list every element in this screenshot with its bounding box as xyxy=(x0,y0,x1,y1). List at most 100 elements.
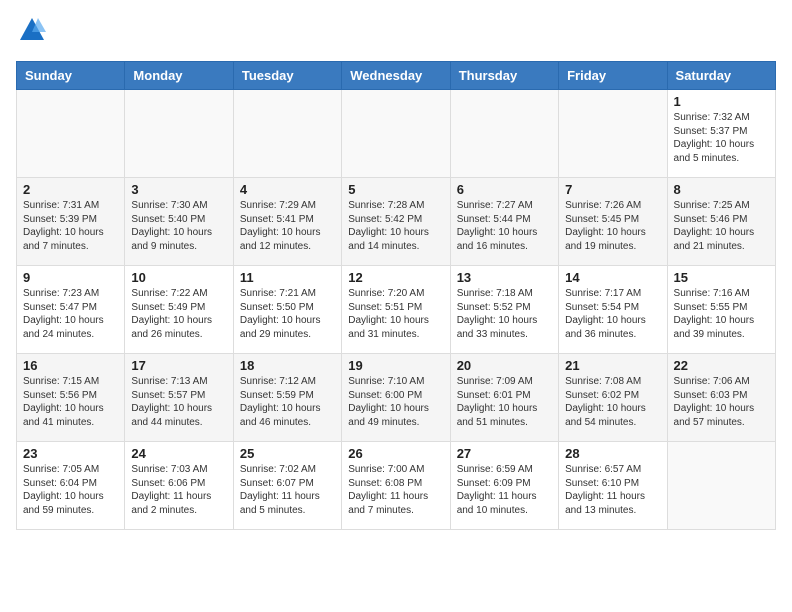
calendar-cell: 18 Sunrise: 7:12 AM Sunset: 5:59 PM Dayli… xyxy=(233,354,341,442)
day-info: Sunrise: 6:59 AM Sunset: 6:09 PM Dayligh… xyxy=(457,463,552,517)
calendar-cell: 22Sunrise: 7:06 AM Sunset: 6:03 PM Dayli… xyxy=(667,354,775,442)
day-number: 23 xyxy=(23,446,118,461)
calendar-cell: 11 Sunrise: 7:21 AM Sunset: 5:50 PM Dayli… xyxy=(233,266,341,354)
day-info: Sunrise: 7:29 AM Sunset: 5:41 PM Dayligh… xyxy=(240,199,335,253)
day-info: Sunrise: 7:23 AM Sunset: 5:47 PM Dayligh… xyxy=(23,287,118,341)
day-number: 12 xyxy=(348,270,443,285)
logo xyxy=(16,16,46,49)
day-number: 3 xyxy=(131,182,226,197)
day-number: 11 xyxy=(240,270,335,285)
day-info: Sunrise: 7:32 AM Sunset: 5:37 PM Dayligh… xyxy=(674,111,769,165)
day-info: Sunrise: 7:12 AM Sunset: 5:59 PM Dayligh… xyxy=(240,375,335,429)
day-info: Sunrise: 7:10 AM Sunset: 6:00 PM Dayligh… xyxy=(348,375,443,429)
day-header-sunday: Sunday xyxy=(17,62,125,90)
calendar-cell xyxy=(342,90,450,178)
day-number: 5 xyxy=(348,182,443,197)
calendar-cell xyxy=(233,90,341,178)
day-number: 8 xyxy=(674,182,769,197)
day-number: 17 xyxy=(131,358,226,373)
calendar-cell: 9 Sunrise: 7:23 AM Sunset: 5:47 PM Daylig… xyxy=(17,266,125,354)
day-number: 19 xyxy=(348,358,443,373)
calendar-cell: 28 Sunrise: 6:57 AM Sunset: 6:10 PM Dayli… xyxy=(559,442,667,530)
day-info: Sunrise: 7:21 AM Sunset: 5:50 PM Dayligh… xyxy=(240,287,335,341)
calendar-week-row: 2 Sunrise: 7:31 AM Sunset: 5:39 PM Daylig… xyxy=(17,178,776,266)
calendar-cell: 5 Sunrise: 7:28 AM Sunset: 5:42 PM Daylig… xyxy=(342,178,450,266)
day-info: Sunrise: 6:57 AM Sunset: 6:10 PM Dayligh… xyxy=(565,463,660,517)
day-info: Sunrise: 7:02 AM Sunset: 6:07 PM Dayligh… xyxy=(240,463,335,517)
day-info: Sunrise: 7:28 AM Sunset: 5:42 PM Dayligh… xyxy=(348,199,443,253)
day-info: Sunrise: 7:27 AM Sunset: 5:44 PM Dayligh… xyxy=(457,199,552,253)
day-header-thursday: Thursday xyxy=(450,62,558,90)
day-info: Sunrise: 7:16 AM Sunset: 5:55 PM Dayligh… xyxy=(674,287,769,341)
day-info: Sunrise: 7:13 AM Sunset: 5:57 PM Dayligh… xyxy=(131,375,226,429)
calendar-cell: 4 Sunrise: 7:29 AM Sunset: 5:41 PM Daylig… xyxy=(233,178,341,266)
day-header-tuesday: Tuesday xyxy=(233,62,341,90)
calendar-cell xyxy=(559,90,667,178)
day-info: Sunrise: 7:03 AM Sunset: 6:06 PM Dayligh… xyxy=(131,463,226,517)
day-number: 4 xyxy=(240,182,335,197)
calendar-cell: 19 Sunrise: 7:10 AM Sunset: 6:00 PM Dayli… xyxy=(342,354,450,442)
day-info: Sunrise: 7:00 AM Sunset: 6:08 PM Dayligh… xyxy=(348,463,443,517)
day-number: 21 xyxy=(565,358,660,373)
day-number: 25 xyxy=(240,446,335,461)
calendar-cell: 26 Sunrise: 7:00 AM Sunset: 6:08 PM Dayli… xyxy=(342,442,450,530)
calendar-cell: 25 Sunrise: 7:02 AM Sunset: 6:07 PM Dayli… xyxy=(233,442,341,530)
day-number: 14 xyxy=(565,270,660,285)
day-info: Sunrise: 7:08 AM Sunset: 6:02 PM Dayligh… xyxy=(565,375,660,429)
day-info: Sunrise: 7:25 AM Sunset: 5:46 PM Dayligh… xyxy=(674,199,769,253)
calendar-week-row: 9 Sunrise: 7:23 AM Sunset: 5:47 PM Daylig… xyxy=(17,266,776,354)
calendar-cell: 12 Sunrise: 7:20 AM Sunset: 5:51 PM Dayli… xyxy=(342,266,450,354)
day-info: Sunrise: 7:20 AM Sunset: 5:51 PM Dayligh… xyxy=(348,287,443,341)
calendar-cell xyxy=(667,442,775,530)
calendar-cell: 16 Sunrise: 7:15 AM Sunset: 5:56 PM Dayli… xyxy=(17,354,125,442)
day-info: Sunrise: 7:05 AM Sunset: 6:04 PM Dayligh… xyxy=(23,463,118,517)
day-number: 6 xyxy=(457,182,552,197)
calendar-cell: 7Sunrise: 7:26 AM Sunset: 5:45 PM Daylig… xyxy=(559,178,667,266)
calendar-cell xyxy=(125,90,233,178)
day-number: 18 xyxy=(240,358,335,373)
day-info: Sunrise: 7:31 AM Sunset: 5:39 PM Dayligh… xyxy=(23,199,118,253)
calendar-cell: 14Sunrise: 7:17 AM Sunset: 5:54 PM Dayli… xyxy=(559,266,667,354)
calendar-cell: 6 Sunrise: 7:27 AM Sunset: 5:44 PM Daylig… xyxy=(450,178,558,266)
calendar-cell: 15 Sunrise: 7:16 AM Sunset: 5:55 PM Dayli… xyxy=(667,266,775,354)
calendar-cell: 2 Sunrise: 7:31 AM Sunset: 5:39 PM Daylig… xyxy=(17,178,125,266)
day-number: 28 xyxy=(565,446,660,461)
day-number: 20 xyxy=(457,358,552,373)
calendar-week-row: 1 Sunrise: 7:32 AM Sunset: 5:37 PM Daylig… xyxy=(17,90,776,178)
calendar-cell: 8 Sunrise: 7:25 AM Sunset: 5:46 PM Daylig… xyxy=(667,178,775,266)
day-header-saturday: Saturday xyxy=(667,62,775,90)
calendar-cell xyxy=(17,90,125,178)
day-header-wednesday: Wednesday xyxy=(342,62,450,90)
day-info: Sunrise: 7:26 AM Sunset: 5:45 PM Dayligh… xyxy=(565,199,660,253)
calendar-cell: 3 Sunrise: 7:30 AM Sunset: 5:40 PM Daylig… xyxy=(125,178,233,266)
day-info: Sunrise: 7:15 AM Sunset: 5:56 PM Dayligh… xyxy=(23,375,118,429)
calendar-table: SundayMondayTuesdayWednesdayThursdayFrid… xyxy=(16,61,776,530)
calendar-cell: 13Sunrise: 7:18 AM Sunset: 5:52 PM Dayli… xyxy=(450,266,558,354)
logo-icon xyxy=(18,16,46,44)
day-number: 1 xyxy=(674,94,769,109)
day-number: 10 xyxy=(131,270,226,285)
calendar-cell: 20Sunrise: 7:09 AM Sunset: 6:01 PM Dayli… xyxy=(450,354,558,442)
calendar-cell: 10 Sunrise: 7:22 AM Sunset: 5:49 PM Dayli… xyxy=(125,266,233,354)
day-header-friday: Friday xyxy=(559,62,667,90)
day-number: 24 xyxy=(131,446,226,461)
day-info: Sunrise: 7:22 AM Sunset: 5:49 PM Dayligh… xyxy=(131,287,226,341)
day-number: 27 xyxy=(457,446,552,461)
calendar-cell: 27 Sunrise: 6:59 AM Sunset: 6:09 PM Dayli… xyxy=(450,442,558,530)
day-number: 22 xyxy=(674,358,769,373)
day-number: 26 xyxy=(348,446,443,461)
calendar-cell: 21 Sunrise: 7:08 AM Sunset: 6:02 PM Dayli… xyxy=(559,354,667,442)
day-info: Sunrise: 7:18 AM Sunset: 5:52 PM Dayligh… xyxy=(457,287,552,341)
calendar-cell: 1 Sunrise: 7:32 AM Sunset: 5:37 PM Daylig… xyxy=(667,90,775,178)
calendar-cell: 23 Sunrise: 7:05 AM Sunset: 6:04 PM Dayli… xyxy=(17,442,125,530)
day-number: 2 xyxy=(23,182,118,197)
calendar-cell: 17 Sunrise: 7:13 AM Sunset: 5:57 PM Dayli… xyxy=(125,354,233,442)
day-info: Sunrise: 7:30 AM Sunset: 5:40 PM Dayligh… xyxy=(131,199,226,253)
calendar-week-row: 23 Sunrise: 7:05 AM Sunset: 6:04 PM Dayli… xyxy=(17,442,776,530)
calendar-cell xyxy=(450,90,558,178)
day-number: 16 xyxy=(23,358,118,373)
day-number: 9 xyxy=(23,270,118,285)
calendar-cell: 24 Sunrise: 7:03 AM Sunset: 6:06 PM Dayli… xyxy=(125,442,233,530)
day-number: 15 xyxy=(674,270,769,285)
day-header-monday: Monday xyxy=(125,62,233,90)
